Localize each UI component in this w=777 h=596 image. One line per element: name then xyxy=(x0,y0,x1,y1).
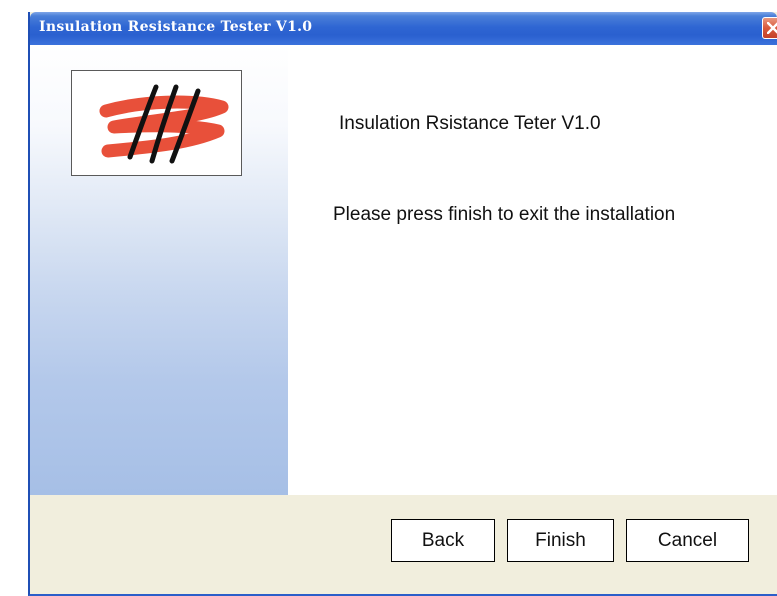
logo-icon xyxy=(99,84,229,164)
sidebar-panel xyxy=(30,45,288,495)
button-bar: Back Finish Cancel xyxy=(30,495,777,594)
back-button[interactable]: Back xyxy=(391,519,495,562)
product-heading: Insulation Rsistance Teter V1.0 xyxy=(339,113,601,134)
cancel-button[interactable]: Cancel xyxy=(626,519,749,562)
logo-frame xyxy=(71,70,242,176)
main-panel: Insulation Rsistance Teter V1.0 Please p… xyxy=(288,45,777,495)
window-title: Insulation Resistance Tester V1.0 xyxy=(39,19,313,35)
wizard-content: Insulation Rsistance Teter V1.0 Please p… xyxy=(30,45,777,495)
close-icon xyxy=(767,22,777,34)
finish-message: Please press finish to exit the installa… xyxy=(333,204,676,225)
finish-button[interactable]: Finish xyxy=(507,519,614,562)
close-button[interactable] xyxy=(762,17,777,39)
installer-window: Insulation Resistance Tester V1.0 Insula… xyxy=(28,12,777,596)
title-bar[interactable]: Insulation Resistance Tester V1.0 xyxy=(30,12,777,45)
